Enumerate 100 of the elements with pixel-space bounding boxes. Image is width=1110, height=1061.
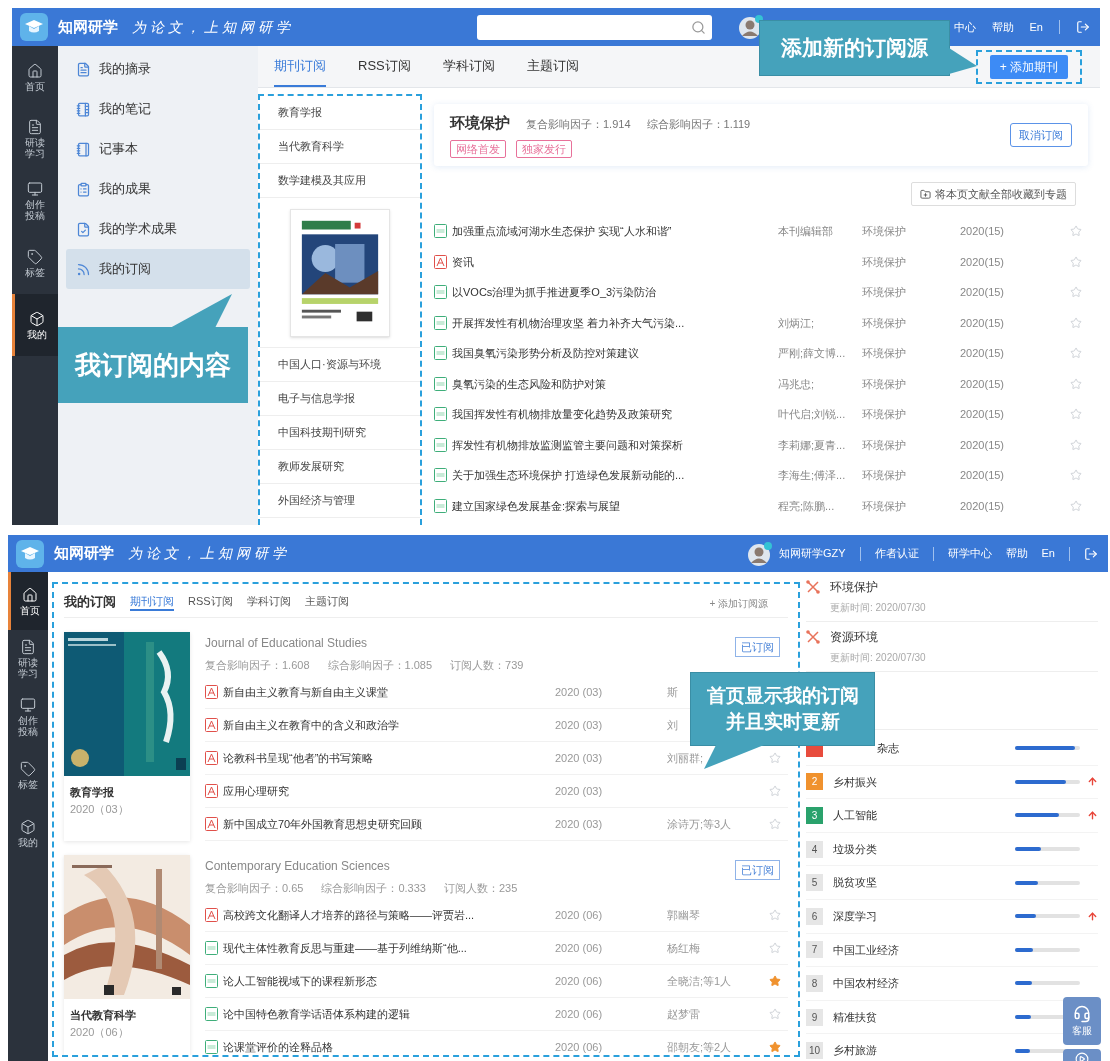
star-icon[interactable]	[1070, 316, 1082, 329]
article-title[interactable]: 我国挥发性有机物排放量变化趋势及政策研究	[452, 406, 778, 423]
subscribed-button[interactable]: 已订阅	[735, 860, 780, 880]
topic-name[interactable]: 杂志	[877, 740, 899, 757]
header-link[interactable]: En	[1029, 18, 1043, 36]
nav-item[interactable]: 研读学习	[8, 630, 48, 688]
tab[interactable]: 学科订阅	[246, 592, 291, 611]
topic-name[interactable]: 垃圾分类	[833, 840, 877, 858]
star-icon[interactable]	[769, 942, 781, 954]
article-title[interactable]: 高校跨文化翻译人才培养的路径与策略——评贾岩...	[223, 906, 555, 924]
topic-name[interactable]: 深度学习	[833, 908, 877, 925]
collect-button[interactable]: 将本页文献全部收藏到专题	[911, 182, 1076, 206]
nav-item[interactable]: 首页	[12, 46, 58, 108]
header-link[interactable]: 中心	[953, 18, 976, 36]
header-link[interactable]: En	[1041, 545, 1055, 562]
topic-name[interactable]: 乡村旅游	[833, 1042, 877, 1059]
journal-item[interactable]: 外国经济与管理	[260, 484, 420, 518]
article-title[interactable]: 论中国特色教育学话语体系构建的逻辑	[223, 1005, 555, 1023]
menu-item[interactable]: 我的学术成果	[66, 209, 250, 249]
tab[interactable]: 主题订阅	[526, 55, 579, 87]
star-icon[interactable]	[1070, 255, 1082, 268]
topic-name[interactable]: 精准扶贫	[833, 1008, 877, 1026]
article-title[interactable]: 资讯	[452, 253, 778, 270]
journal-item[interactable]: 当代教育科学	[260, 130, 420, 164]
nav-item[interactable]: 创作投稿	[12, 170, 58, 232]
nav-item[interactable]: 首页	[8, 572, 48, 630]
menu-item[interactable]: 我的订阅	[66, 249, 250, 289]
star-icon[interactable]	[1070, 438, 1082, 451]
article-title[interactable]: 我国臭氧污染形势分析及防控对策建议	[452, 345, 778, 362]
topic-name[interactable]: 乡村振兴	[833, 773, 877, 791]
topic-name[interactable]: 中国工业经济	[833, 941, 899, 959]
article-title[interactable]: 应用心理研究	[223, 782, 555, 800]
star-icon[interactable]	[1070, 377, 1082, 390]
nav-item[interactable]: 我的	[12, 294, 58, 356]
star-icon[interactable]	[1070, 347, 1082, 360]
nav-item[interactable]: 标签	[8, 746, 48, 804]
journal-item[interactable]: 数学建模及其应用	[260, 164, 420, 198]
topic-name[interactable]: 脱贫攻坚	[833, 874, 877, 891]
journal-item[interactable]: 教师发展研究	[260, 450, 420, 484]
star-icon[interactable]	[769, 818, 781, 830]
article-title[interactable]: 新中国成立70年外国教育思想史研究回顾	[223, 815, 555, 833]
topic-name[interactable]: 人工智能	[833, 807, 877, 824]
subscribed-button[interactable]: 已订阅	[735, 637, 780, 657]
star-icon[interactable]	[769, 752, 781, 764]
tab[interactable]: 主题订阅	[304, 592, 349, 611]
avatar[interactable]	[746, 540, 773, 567]
menu-item[interactable]: 我的摘录	[66, 49, 250, 89]
star-icon[interactable]	[1070, 286, 1082, 299]
article-title[interactable]: 加强重点流域河湖水生态保护 实现“人水和谐”	[452, 223, 778, 240]
subject-name[interactable]: 环境保护	[830, 578, 926, 596]
star-icon[interactable]	[1070, 469, 1082, 482]
tab[interactable]: RSS订阅	[358, 55, 411, 87]
header-link[interactable]: 作者认证	[874, 545, 919, 562]
article-title[interactable]: 挥发性有机物排放监测监管主要问题和对策探析	[452, 436, 778, 453]
article-title[interactable]: 现代主体性教育反思与重建——基于列维纳斯“他...	[223, 939, 555, 957]
header-link[interactable]: 帮助	[1005, 545, 1028, 562]
star-icon[interactable]	[769, 785, 781, 797]
menu-item[interactable]: 我的笔记	[66, 89, 250, 129]
nav-item[interactable]: 研读学习	[12, 108, 58, 170]
journal-card[interactable]: 当代教育科学 2020（06）	[64, 855, 190, 1055]
article-title[interactable]: 论教科书呈现“他者”的书写策略	[223, 749, 555, 767]
logout-icon[interactable]	[1076, 20, 1090, 34]
logout-icon[interactable]	[1084, 546, 1098, 561]
tab[interactable]: RSS订阅	[188, 592, 233, 611]
nav-item[interactable]: 标签	[12, 232, 58, 294]
header-link[interactable]: 帮助	[991, 18, 1014, 36]
journal-item[interactable]: 教育学报	[260, 96, 420, 130]
article-title[interactable]: 新自由主义教育与新自由主义课堂	[223, 683, 555, 701]
article-title[interactable]: 建立国家绿色发展基金:探索与展望	[452, 497, 778, 514]
menu-item[interactable]: 记事本	[66, 129, 250, 169]
article-title[interactable]: 开展挥发性有机物治理攻坚 着力补齐大气污染...	[452, 314, 778, 331]
article-title[interactable]: 臭氧污染的生态风险和防护对策	[452, 375, 778, 392]
add-source-link[interactable]: + 添加订阅源	[709, 596, 768, 611]
article-title[interactable]: 论课堂评价的诠释品格	[223, 1038, 555, 1055]
journal-item[interactable]: 中国科技期刊研究	[260, 416, 420, 450]
user-name[interactable]: 知网研学GZY	[778, 545, 846, 562]
nav-item[interactable]: 我的	[8, 804, 48, 862]
menu-item[interactable]: 我的成果	[66, 169, 250, 209]
nav-item[interactable]: 创作投稿	[8, 688, 48, 746]
star-icon[interactable]	[769, 975, 781, 987]
star-icon[interactable]	[1070, 225, 1082, 238]
search-field[interactable]	[476, 14, 712, 40]
tab[interactable]: 期刊订阅	[130, 592, 174, 611]
star-icon[interactable]	[769, 1041, 781, 1053]
star-icon[interactable]	[769, 909, 781, 921]
unsubscribe-button[interactable]: 取消订阅	[1010, 123, 1072, 147]
article-title[interactable]: 论人工智能视域下的课程新形态	[223, 972, 555, 990]
star-icon[interactable]	[1070, 499, 1082, 512]
header-link[interactable]: 研学中心	[947, 545, 992, 562]
tab[interactable]: 期刊订阅	[274, 55, 326, 87]
tab[interactable]: 学科订阅	[442, 55, 495, 87]
article-title[interactable]: 以VOCs治理为抓手推进夏季O_3污染防治	[452, 284, 778, 301]
journal-item[interactable]: 中国人口·资源与环境	[260, 348, 420, 382]
article-title[interactable]: 关于加强生态环境保护 打造绿色发展新动能的...	[452, 467, 778, 484]
article-title[interactable]: 新自由主义在教育中的含义和政治学	[223, 716, 555, 734]
journal-card[interactable]: 教育学报 2020（03）	[64, 632, 190, 841]
subject-name[interactable]: 资源环境	[830, 628, 926, 646]
topic-name[interactable]: 中国农村经济	[833, 975, 899, 992]
star-icon[interactable]	[769, 1008, 781, 1020]
journal-item[interactable]: 电子与信息学报	[260, 382, 420, 416]
